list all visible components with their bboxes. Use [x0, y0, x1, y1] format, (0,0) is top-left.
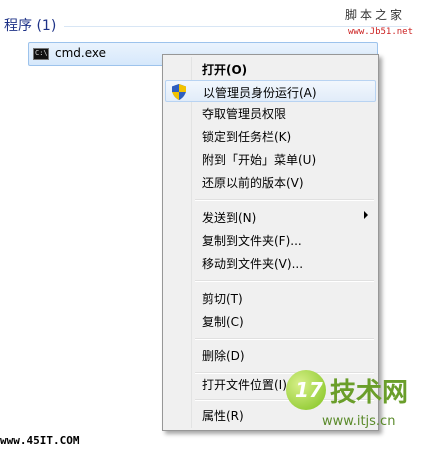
watermark-itjs-title: 技术网: [330, 378, 409, 408]
watermark-jb51-url: www.Jb51.net: [348, 27, 414, 37]
submenu-arrow-icon: [364, 211, 368, 219]
menu-separator: [195, 338, 374, 340]
menu-item-move-to-folder[interactable]: 移动到文件夹(V)...: [165, 252, 376, 274]
menu-separator: [195, 280, 374, 282]
menu-item-take-ownership[interactable]: 夺取管理员权限: [165, 102, 376, 124]
menu-item-run-as-admin[interactable]: 以管理员身份运行(A): [165, 80, 376, 102]
uac-shield-icon: [172, 84, 186, 100]
menu-item-restore-versions[interactable]: 还原以前的版本(V): [165, 171, 376, 193]
menu-separator: [195, 199, 374, 201]
programs-header: 程序 (1): [4, 18, 57, 34]
menu-item-send-to[interactable]: 发送到(N): [165, 206, 376, 228]
menu-item-open[interactable]: 打开(O): [165, 58, 376, 80]
menu-item-pin-start[interactable]: 附到「开始」菜单(U): [165, 148, 376, 170]
menu-item-cut[interactable]: 剪切(T): [165, 287, 376, 309]
menu-item-copy-to-folder[interactable]: 复制到文件夹(F)...: [165, 229, 376, 251]
itjs-logo-icon: 17: [286, 370, 326, 410]
console-icon: C:\: [33, 48, 49, 60]
watermark-itjs: 17 技术网 www.itjs.cn: [282, 370, 422, 440]
menu-item-delete[interactable]: 删除(D): [165, 344, 376, 366]
start-menu-search-results: 程序 (1) C:\ cmd.exe 脚本之家 www.Jb51.net 打开(…: [0, 0, 430, 450]
watermark-45it: www.45IT.COM: [0, 434, 80, 447]
watermark-itjs-url: www.itjs.cn: [322, 414, 396, 429]
menu-item-pin-taskbar[interactable]: 锁定到任务栏(K): [165, 125, 376, 147]
menu-item-copy[interactable]: 复制(C): [165, 310, 376, 332]
watermark-jb51-title: 脚本之家: [345, 8, 406, 22]
result-name: cmd.exe: [55, 46, 107, 60]
